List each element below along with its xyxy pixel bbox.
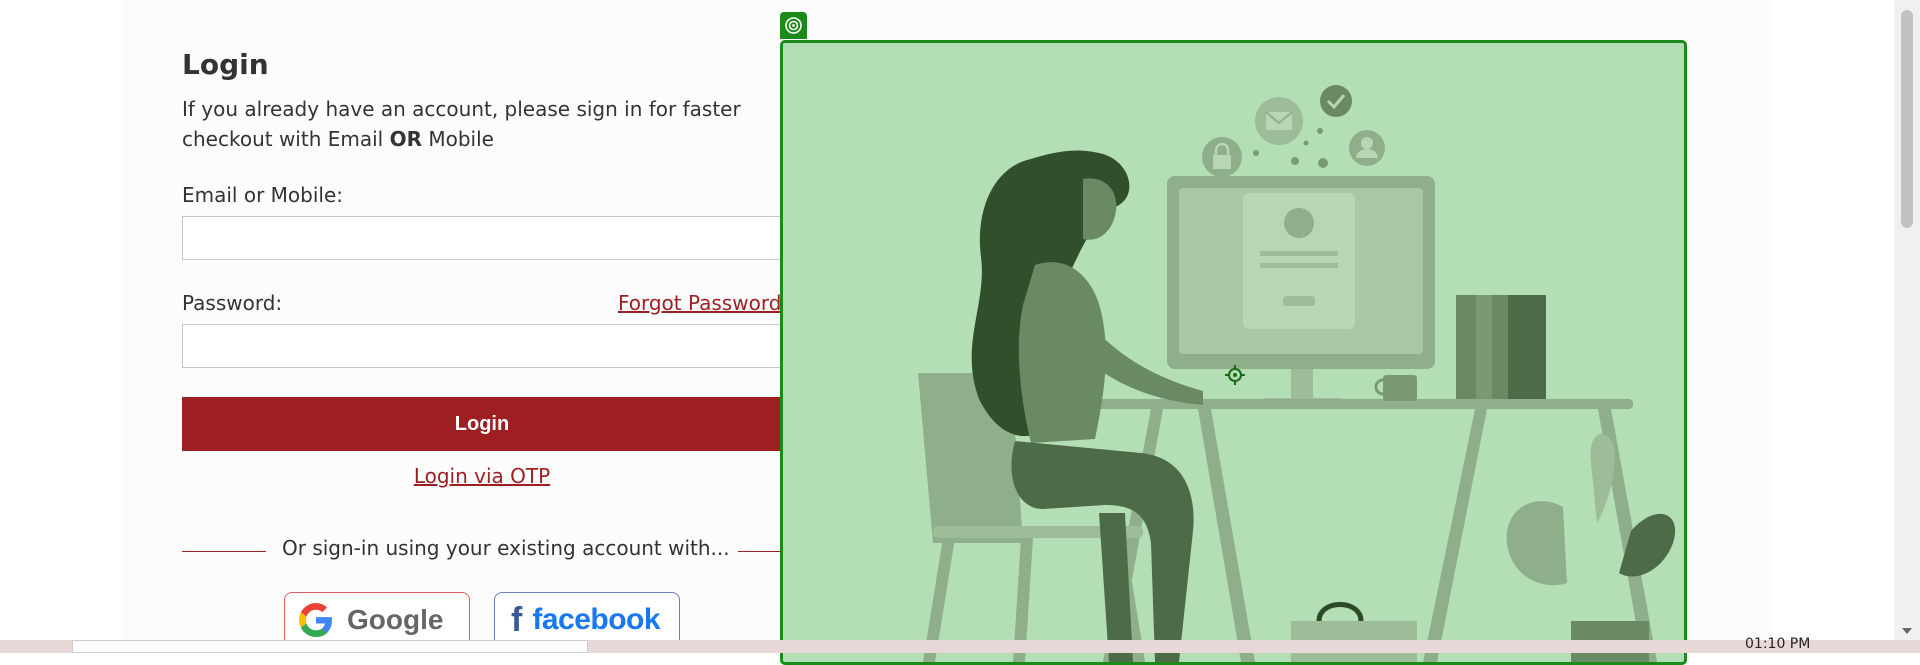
card-avatar: [1284, 208, 1314, 238]
taskbar-clock: 01:10 PM: [1745, 636, 1811, 652]
google-label: Google: [347, 604, 444, 635]
plant-leaf-left: [1506, 501, 1567, 586]
overlay-target-badge[interactable]: [780, 12, 807, 39]
page-scrollbar[interactable]: [1894, 0, 1920, 640]
otp-link-row: Login via OTP: [182, 464, 782, 488]
email-field[interactable]: [182, 216, 792, 260]
divider-line-left: [182, 551, 266, 552]
login-button[interactable]: Login: [182, 397, 782, 451]
login-illustration: [918, 85, 1676, 662]
facebook-icon: f: [511, 600, 523, 639]
target-icon: [785, 17, 802, 34]
password-label: Password:: [182, 291, 283, 315]
facebook-label: facebook: [532, 603, 661, 636]
desk-top: [1073, 399, 1633, 409]
page-title: Login: [182, 48, 269, 81]
social-divider: Or sign-in using your existing account w…: [182, 536, 792, 566]
password-field[interactable]: [182, 324, 792, 368]
email-label: Email or Mobile:: [182, 183, 344, 207]
check-bubble: [1320, 85, 1352, 117]
google-icon: [299, 603, 332, 637]
binders: [1456, 295, 1476, 399]
intro-text-end: Mobile: [422, 127, 494, 151]
scrollbar-thumb[interactable]: [1901, 10, 1913, 228]
taskbar-window-tab[interactable]: [72, 640, 588, 653]
divider-text: Or sign-in using your existing account w…: [274, 536, 738, 560]
scroll-down-arrow-icon[interactable]: [1902, 628, 1912, 634]
login-intro: If you already have an account, please s…: [182, 94, 742, 154]
login-via-otp-link[interactable]: Login via OTP: [414, 464, 550, 488]
mug: [1383, 375, 1417, 401]
monitor-stand: [1291, 369, 1313, 401]
forgot-password-link[interactable]: Forgot Password?: [618, 291, 792, 315]
highlight-overlay[interactable]: [780, 40, 1687, 665]
intro-or: OR: [389, 127, 422, 151]
